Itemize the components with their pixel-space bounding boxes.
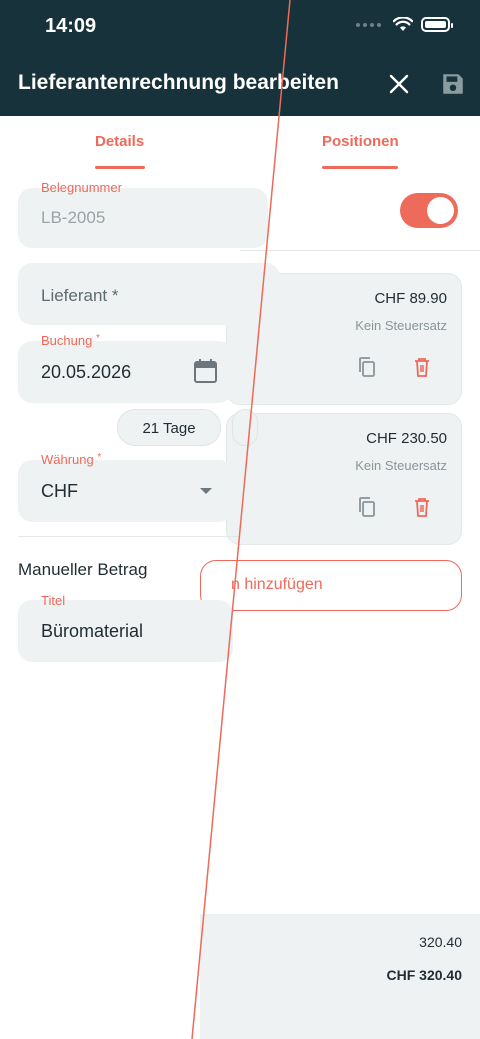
split-divider-line — [191, 0, 291, 1039]
